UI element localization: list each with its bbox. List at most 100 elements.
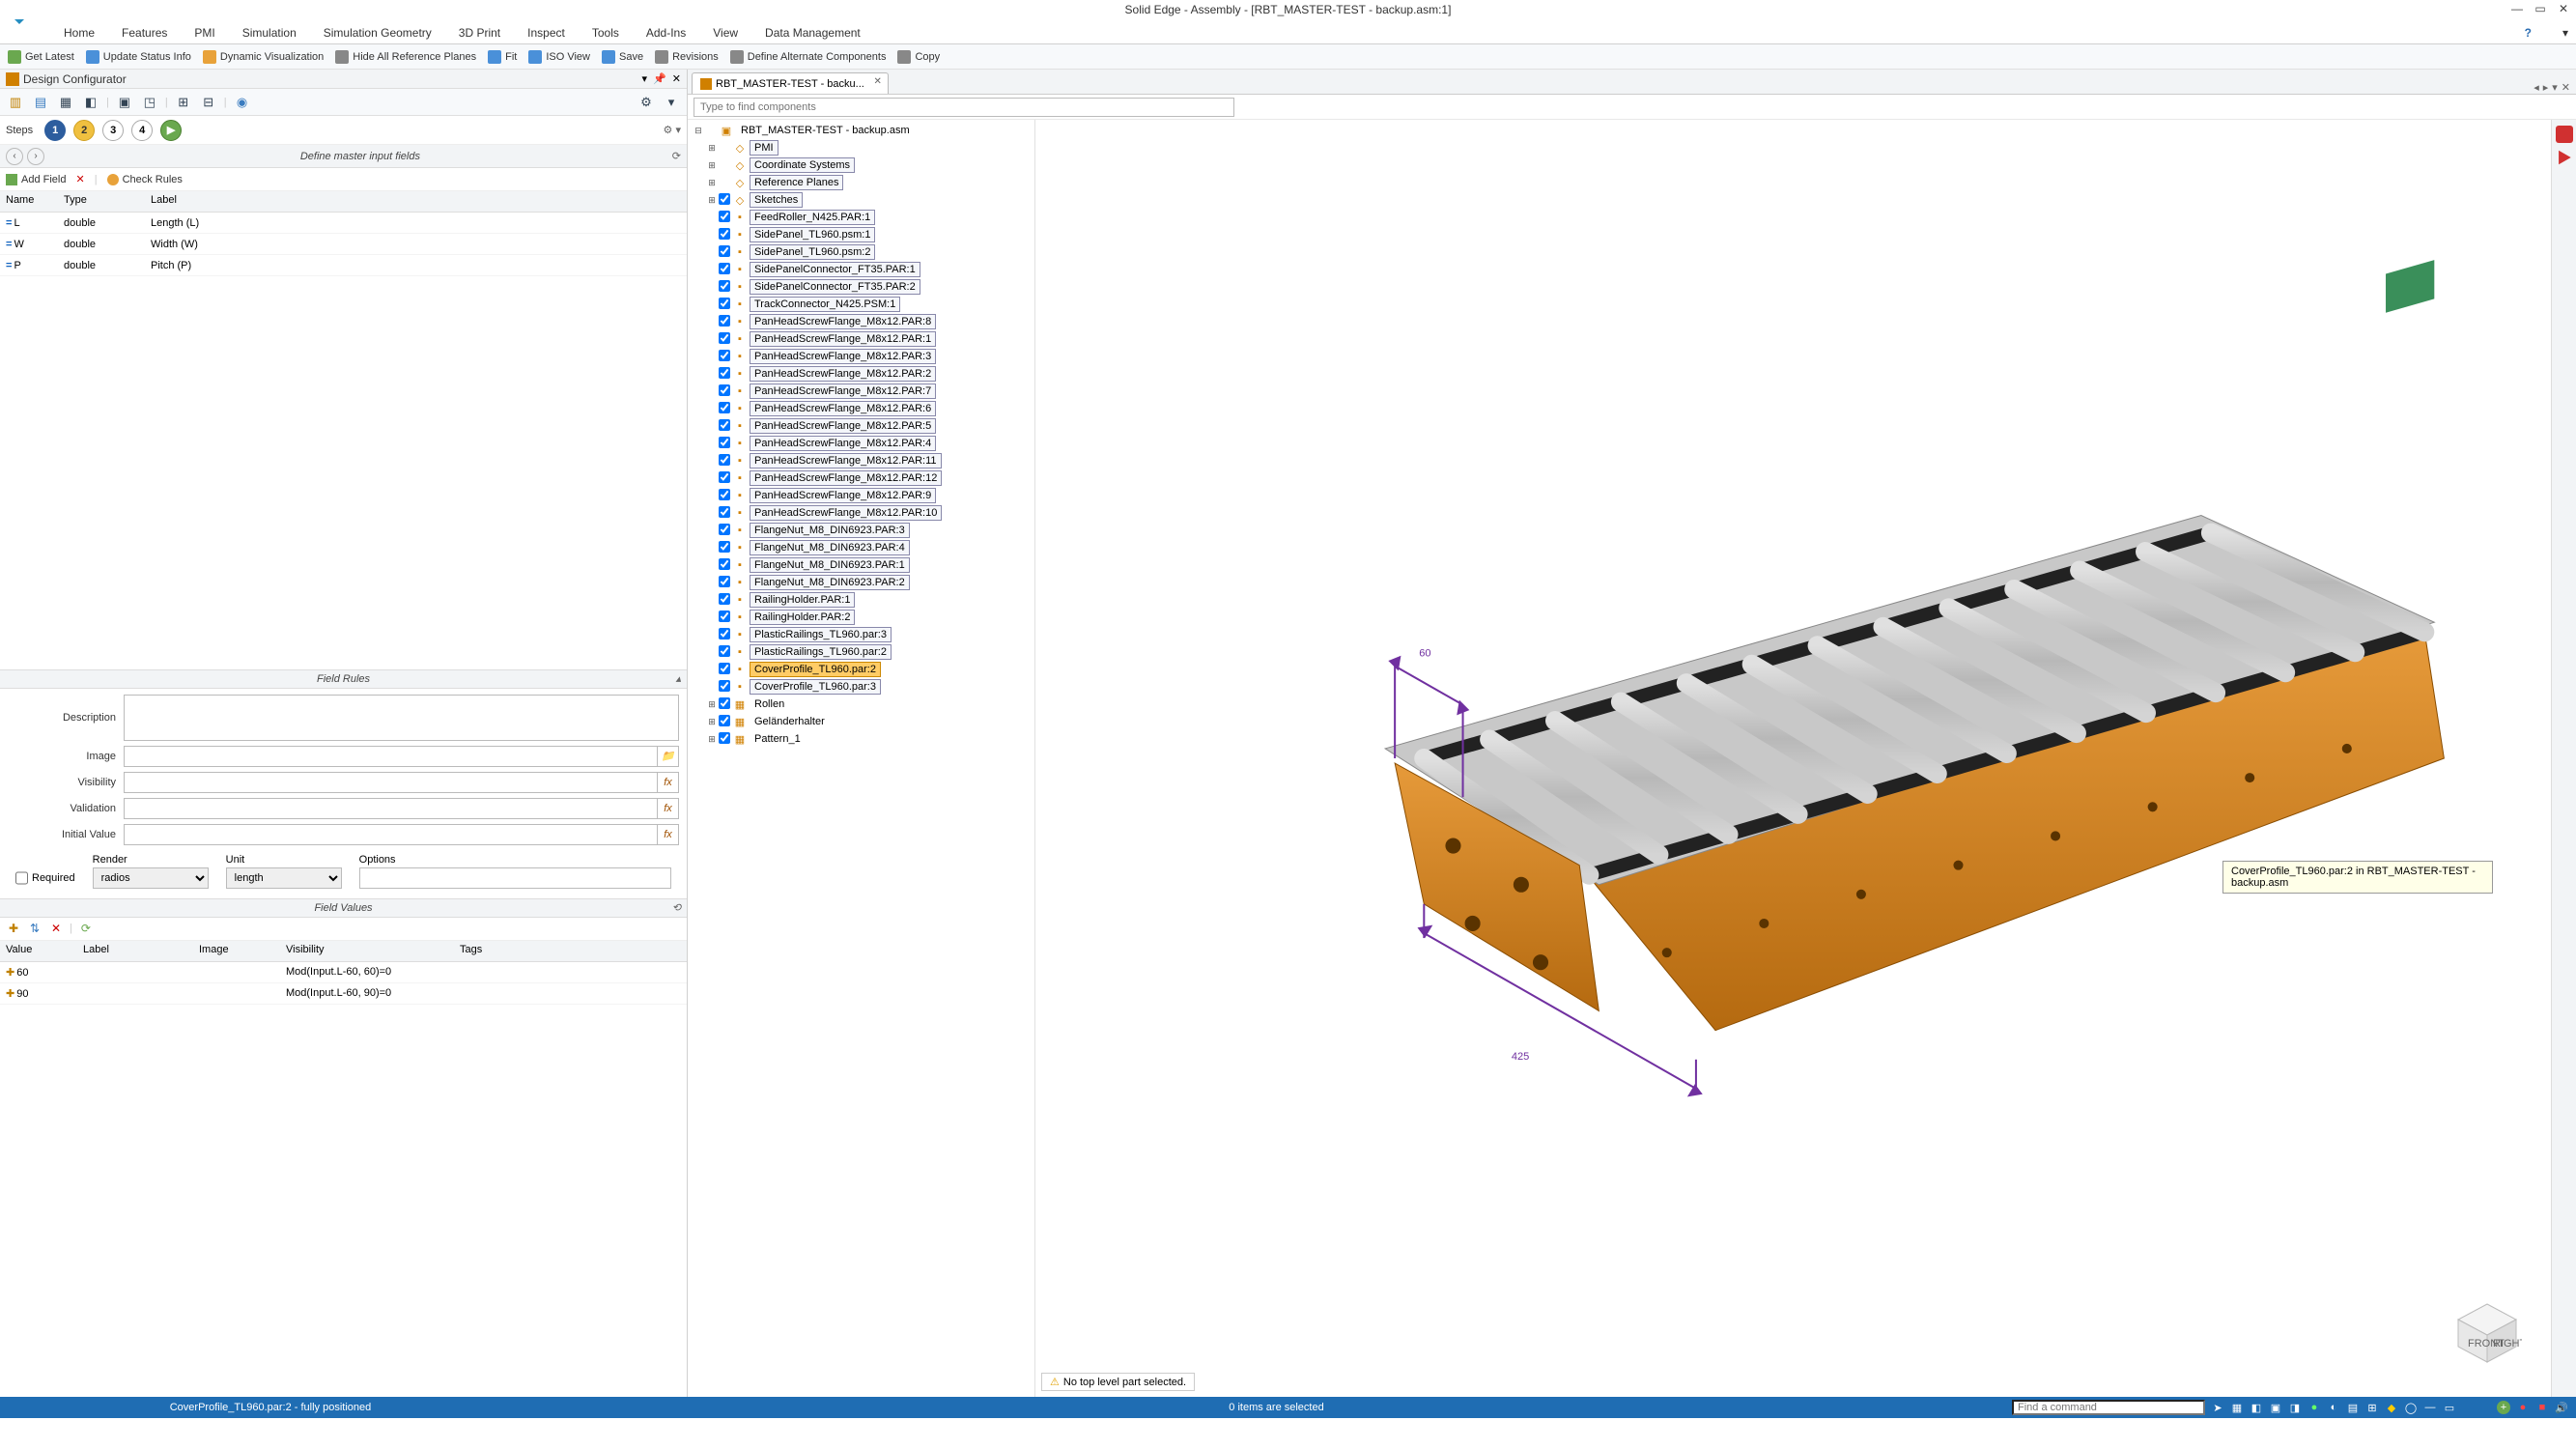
fv-refresh2-icon[interactable]: ⟳ <box>78 921 94 936</box>
tree-row[interactable]: ▪SidePanelConnector_FT35.PAR:1 <box>688 261 1034 278</box>
tree-checkbox[interactable] <box>719 541 730 553</box>
dc-tool5-icon[interactable]: ▣ <box>115 93 134 112</box>
fv-sort-icon[interactable]: ⇅ <box>27 921 42 936</box>
sb-icon[interactable]: ◆ <box>2385 1401 2398 1414</box>
sb-icon[interactable]: ◐ <box>2327 1401 2340 1414</box>
field-row[interactable]: =W double Width (W) <box>0 234 687 255</box>
dc-tool8-icon[interactable]: ⊟ <box>199 93 218 112</box>
tree-row[interactable]: ▪PanHeadScrewFlange_M8x12.PAR:10 <box>688 504 1034 522</box>
col-type[interactable]: Type <box>58 191 145 212</box>
close-icon[interactable]: ✕ <box>2557 2 2570 15</box>
sb-icon[interactable]: ◯ <box>2404 1401 2418 1414</box>
save-icon[interactable]: 💾 <box>85 2 102 19</box>
cube-icon[interactable]: ◆ <box>212 2 230 19</box>
minimize-icon[interactable]: — <box>2510 2 2524 15</box>
dc-tool7-icon[interactable]: ⊞ <box>174 93 193 112</box>
tool2-icon[interactable]: ◨ <box>276 2 294 19</box>
tree-checkbox[interactable] <box>719 593 730 605</box>
tree-row[interactable]: ▪PlasticRailings_TL960.par:3 <box>688 626 1034 643</box>
options-input[interactable] <box>359 867 671 889</box>
hide-refplanes-button[interactable]: Hide All Reference Planes <box>335 50 476 64</box>
image-browse-icon[interactable]: 📁 <box>658 746 679 767</box>
tree-row[interactable]: ▪PanHeadScrewFlange_M8x12.PAR:2 <box>688 365 1034 383</box>
step-4[interactable]: 4 <box>131 120 153 141</box>
fv-delete-icon[interactable]: ✕ <box>48 921 64 936</box>
iso-view-button[interactable]: ISO View <box>528 50 590 64</box>
check-rules-button[interactable]: Check Rules <box>107 174 183 185</box>
tree-row[interactable]: ⊞▦Geländerhalter <box>688 713 1034 730</box>
tree-checkbox[interactable] <box>719 663 730 674</box>
menu-sim-geometry[interactable]: Simulation Geometry <box>324 26 432 40</box>
tree-row[interactable]: ▪PanHeadScrewFlange_M8x12.PAR:9 <box>688 487 1034 504</box>
tree-row[interactable]: ▪RailingHolder.PAR:1 <box>688 591 1034 609</box>
tree-row[interactable]: ⊞◇Coordinate Systems <box>688 156 1034 174</box>
unit-select[interactable]: length <box>226 867 342 889</box>
fv-refresh-icon[interactable]: ⟲ <box>672 901 681 914</box>
tree-row[interactable]: ▪PanHeadScrewFlange_M8x12.PAR:1 <box>688 330 1034 348</box>
tree-row[interactable]: ⊞◇Sketches <box>688 191 1034 209</box>
field-rules-header[interactable]: Field Rules ▴ <box>0 669 687 689</box>
field-values-header[interactable]: Field Values ⟲ <box>0 898 687 918</box>
tree-checkbox[interactable] <box>719 558 730 570</box>
tab-next-icon[interactable]: ▸ <box>2543 81 2549 94</box>
undo-icon[interactable]: ↶ <box>127 2 145 19</box>
dropdown-icon[interactable]: ▾ <box>576 2 593 19</box>
sb-rec-icon[interactable]: ● <box>2516 1401 2530 1414</box>
nav-refresh-icon[interactable]: ⟳ <box>672 150 681 162</box>
col-label[interactable]: Label <box>145 191 687 212</box>
tree-checkbox[interactable] <box>719 715 730 726</box>
tree-row[interactable]: ▪PanHeadScrewFlange_M8x12.PAR:4 <box>688 435 1034 452</box>
tool3-icon[interactable]: ◩ <box>297 2 315 19</box>
component-search-input[interactable] <box>694 98 1234 117</box>
tree-row[interactable]: ▪FlangeNut_M8_DIN6923.PAR:1 <box>688 556 1034 574</box>
3d-viewport[interactable]: 60 425 CoverProfile_TL960.par:2 in RBT_M… <box>1035 120 2551 1397</box>
sb-icon[interactable]: ◨ <box>2288 1401 2302 1414</box>
tree-row[interactable]: ▪SidePanel_TL960.psm:2 <box>688 243 1034 261</box>
tab-close-all-icon[interactable]: ✕ <box>2562 81 2570 94</box>
tree-row[interactable]: ▪PanHeadScrewFlange_M8x12.PAR:12 <box>688 469 1034 487</box>
new-icon[interactable]: ▤ <box>42 2 60 19</box>
render-select[interactable]: radios <box>93 867 209 889</box>
tree-row[interactable]: ▪CoverProfile_TL960.par:2 <box>688 661 1034 678</box>
tree-checkbox[interactable] <box>719 489 730 500</box>
tree-checkbox[interactable] <box>719 263 730 274</box>
fv-col-image[interactable]: Image <box>193 941 280 961</box>
tree-checkbox[interactable] <box>719 437 730 448</box>
tree-row[interactable]: ⊞◇PMI <box>688 139 1034 156</box>
assembly-tree[interactable]: ⊟▣RBT_MASTER-TEST - backup.asm⊞◇PMI⊞◇Coo… <box>688 120 1035 1397</box>
visibility-input[interactable] <box>124 772 658 793</box>
tree-row[interactable]: ▪SidePanel_TL960.psm:1 <box>688 226 1034 243</box>
step-2[interactable]: 2 <box>73 120 95 141</box>
copy-button[interactable]: Copy <box>897 50 940 64</box>
ribbon-minimize-icon[interactable]: ▾ <box>2562 26 2568 40</box>
image-input[interactable] <box>124 746 658 767</box>
tree-checkbox[interactable] <box>719 611 730 622</box>
sb-icon[interactable]: ▤ <box>2346 1401 2360 1414</box>
dc-tool4-icon[interactable]: ◧ <box>81 93 100 112</box>
restore-icon[interactable]: ▭ <box>2534 2 2547 15</box>
sb-plus-icon[interactable]: + <box>2497 1401 2510 1414</box>
help-icon[interactable]: ? <box>2525 26 2532 40</box>
tool4-icon[interactable]: ⊞ <box>361 2 379 19</box>
dc-tool2-icon[interactable]: ▤ <box>31 93 50 112</box>
menu-3dprint[interactable]: 3D Print <box>459 26 500 40</box>
menu-simulation[interactable]: Simulation <box>242 26 297 40</box>
sb-icon[interactable]: ➤ <box>2211 1401 2224 1414</box>
dc-tool1-icon[interactable]: ▥ <box>6 93 25 112</box>
revisions-button[interactable]: Revisions <box>655 50 719 64</box>
required-checkbox[interactable] <box>15 867 28 889</box>
dc-dropdown-icon[interactable]: ▾ <box>642 72 648 85</box>
nav-next-icon[interactable]: › <box>27 148 44 165</box>
fv-row[interactable]: ✚60 Mod(Input.L-60, 60)=0 <box>0 962 687 983</box>
tree-checkbox[interactable] <box>719 350 730 361</box>
tab-close-icon[interactable]: ✕ <box>873 76 881 87</box>
dc-settings-icon[interactable]: ⚙ <box>637 93 656 112</box>
document-tab[interactable]: RBT_MASTER-TEST - backu... ✕ <box>692 72 889 94</box>
tree-checkbox[interactable] <box>719 506 730 518</box>
tree-checkbox[interactable] <box>719 280 730 292</box>
sb-icon[interactable]: ◧ <box>2250 1401 2263 1414</box>
get-latest-button[interactable]: Get Latest <box>8 50 74 64</box>
tree-checkbox[interactable] <box>719 732 730 744</box>
dynamic-viz-button[interactable]: Dynamic Visualization <box>203 50 324 64</box>
tree-checkbox[interactable] <box>719 332 730 344</box>
